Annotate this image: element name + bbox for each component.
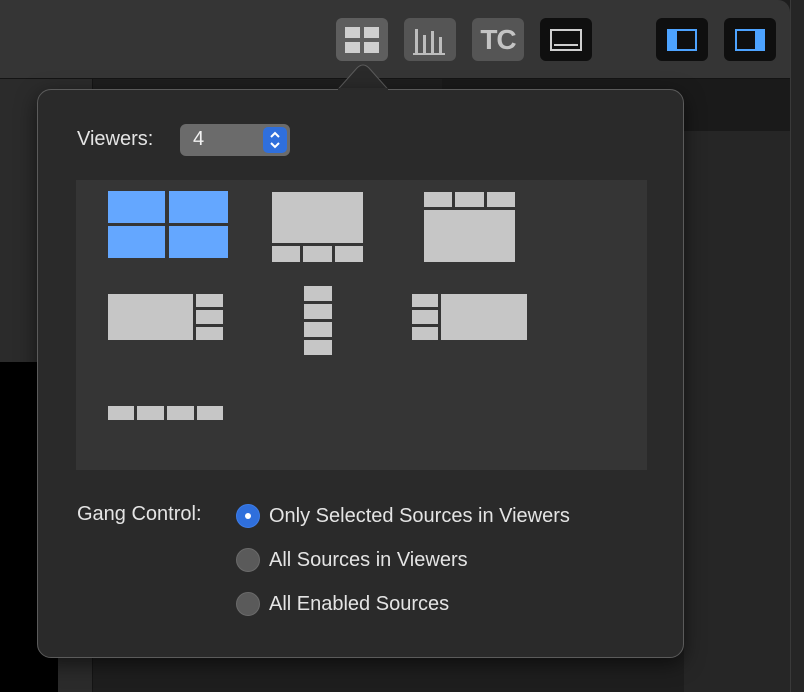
viewer-layout-button[interactable]: [336, 18, 388, 61]
right-sidebar-button[interactable]: [724, 18, 776, 61]
gang-option-only-selected[interactable]: Only Selected Sources in Viewers: [236, 503, 570, 529]
gang-option-all-enabled[interactable]: All Enabled Sources: [236, 591, 449, 617]
left-sidebar-icon: [667, 28, 697, 51]
viewers-count-value: 4: [193, 128, 205, 150]
gang-control-label: Gang Control:: [77, 503, 202, 525]
window-edge: [790, 0, 804, 692]
timecode-button[interactable]: TC: [472, 18, 524, 61]
audio-meters-button[interactable]: [404, 18, 456, 61]
layout-option-grid-2x2[interactable]: [108, 191, 228, 258]
left-sidebar-button[interactable]: [656, 18, 708, 61]
radio-button[interactable]: [236, 592, 260, 616]
radio-button-checked[interactable]: [236, 504, 260, 528]
monitor-icon: [550, 28, 582, 51]
viewers-count-select[interactable]: 4: [180, 124, 290, 156]
layout-option-three-top-large-bottom[interactable]: [424, 192, 515, 262]
viewer-layout-popover: Viewers: 4 Gang Control: Only Selected S…: [37, 88, 684, 658]
viewers-label: Viewers:: [77, 128, 154, 150]
gang-option-all-sources[interactable]: All Sources in Viewers: [236, 547, 468, 573]
layout-options-grid: [76, 180, 647, 470]
right-sidebar-icon: [735, 28, 765, 51]
gang-option-label: All Enabled Sources: [269, 592, 450, 615]
layout-option-four-in-row[interactable]: [108, 406, 223, 420]
popover-arrow: [337, 64, 389, 91]
gang-option-label: All Sources in Viewers: [269, 548, 468, 571]
layout-option-four-stacked-vertical[interactable]: [304, 286, 332, 356]
viewer-layout-icon: [345, 26, 379, 53]
radio-button[interactable]: [236, 548, 260, 572]
stepper-chevrons-icon: [263, 127, 287, 153]
audio-meters-icon: [413, 28, 445, 55]
timecode-label: TC: [480, 23, 516, 55]
layout-option-large-left-three-right[interactable]: [108, 294, 223, 340]
layout-option-three-left-large-right[interactable]: [412, 294, 527, 340]
monitor-button[interactable]: [540, 18, 592, 61]
gang-option-label: Only Selected Sources in Viewers: [269, 504, 570, 527]
arrow-join: [338, 88, 388, 92]
background-panel-right-lower: [684, 131, 790, 692]
layout-option-large-top-three-bottom[interactable]: [272, 192, 363, 262]
